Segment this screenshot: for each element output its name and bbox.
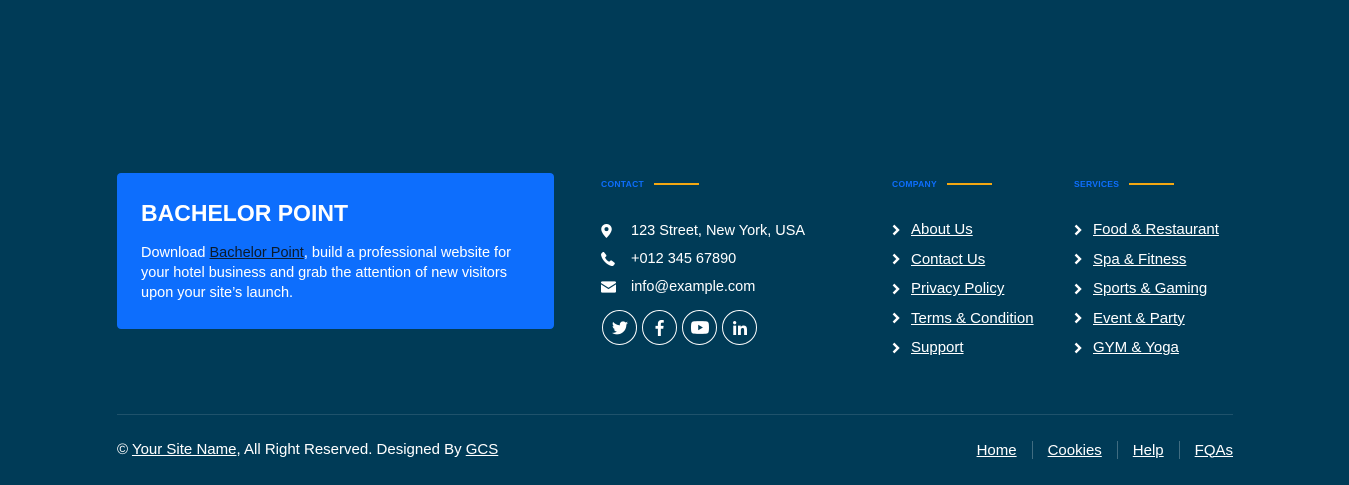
service-link-gym-yoga[interactable]: GYM & Yoga xyxy=(1093,339,1179,356)
footer-nav-help[interactable]: Help xyxy=(1133,442,1164,459)
service-link-food-restaurant[interactable]: Food & Restaurant xyxy=(1093,221,1219,238)
brand-card: BACHELOR POINT Download Bachelor Point, … xyxy=(117,173,554,329)
company-link-terms[interactable]: Terms & Condition xyxy=(911,310,1034,327)
list-item: Support xyxy=(892,333,1034,363)
chevron-right-icon xyxy=(892,253,911,265)
envelope-icon xyxy=(601,281,631,293)
chevron-right-icon xyxy=(892,342,911,354)
twitter-button[interactable] xyxy=(602,310,637,345)
brand-description: Download Bachelor Point, build a profess… xyxy=(141,243,530,303)
map-marker-icon xyxy=(601,224,631,238)
company-link-about-us[interactable]: About Us xyxy=(911,221,973,238)
contact-phone-text: +012 345 67890 xyxy=(631,251,737,267)
company-link-contact-us[interactable]: Contact Us xyxy=(911,251,985,268)
footer-nav-cookies[interactable]: Cookies xyxy=(1048,442,1102,459)
service-link-sports-gaming[interactable]: Sports & Gaming xyxy=(1093,280,1207,297)
brand-title: BACHELOR POINT xyxy=(141,200,348,226)
footer-nav-fqas[interactable]: FQAs xyxy=(1195,442,1233,459)
company-link-support[interactable]: Support xyxy=(911,339,964,356)
list-item: Sports & Gaming xyxy=(1074,274,1219,304)
youtube-button[interactable] xyxy=(682,310,717,345)
list-item: Terms & Condition xyxy=(892,304,1034,334)
nav-separator xyxy=(1031,441,1033,459)
chevron-right-icon xyxy=(1074,283,1093,295)
facebook-button[interactable] xyxy=(642,310,677,345)
social-links xyxy=(602,310,762,345)
services-heading-label: SERVICES xyxy=(1074,179,1120,189)
nav-separator xyxy=(1116,441,1118,459)
chevron-right-icon xyxy=(1074,253,1093,265)
copyright: © Your Site Name, All Right Reserved. De… xyxy=(117,441,498,458)
service-link-event-party[interactable]: Event & Party xyxy=(1093,310,1185,327)
service-link-spa-fitness[interactable]: Spa & Fitness xyxy=(1093,251,1186,268)
contact-list: 123 Street, New York, USA +012 345 67890… xyxy=(601,217,805,301)
company-heading: COMPANY xyxy=(892,179,992,189)
chevron-right-icon xyxy=(1074,342,1093,354)
rights-text: , All Right Reserved. Designed By xyxy=(236,441,466,458)
linkedin-button[interactable] xyxy=(722,310,757,345)
footer-nav-home[interactable]: Home xyxy=(977,442,1017,459)
linkedin-icon xyxy=(732,320,747,335)
contact-email: info@example.com xyxy=(601,273,805,301)
designer-link[interactable]: GCS xyxy=(466,441,499,458)
company-links: About Us Contact Us Privacy Policy Terms… xyxy=(892,215,1034,363)
copyright-symbol: © xyxy=(117,441,132,458)
brand-desc-prefix: Download xyxy=(141,245,210,261)
footer-divider xyxy=(117,414,1233,415)
bachelor-point-link[interactable]: Bachelor Point xyxy=(210,245,304,261)
list-item: Event & Party xyxy=(1074,304,1219,334)
contact-phone: +012 345 67890 xyxy=(601,245,805,273)
contact-heading-label: CONTACT xyxy=(601,179,645,189)
contact-address-text: 123 Street, New York, USA xyxy=(631,223,806,239)
company-link-privacy-policy[interactable]: Privacy Policy xyxy=(911,280,1004,297)
services-heading: SERVICES xyxy=(1074,179,1175,189)
nav-separator xyxy=(1178,441,1180,459)
list-item: Spa & Fitness xyxy=(1074,245,1219,275)
contact-heading: CONTACT xyxy=(601,179,700,189)
chevron-right-icon xyxy=(892,224,911,236)
youtube-icon xyxy=(690,321,709,334)
facebook-icon xyxy=(655,319,664,336)
list-item: Contact Us xyxy=(892,245,1034,275)
chevron-right-icon xyxy=(892,312,911,324)
phone-icon xyxy=(601,252,631,266)
list-item: Privacy Policy xyxy=(892,274,1034,304)
contact-address: 123 Street, New York, USA xyxy=(601,217,805,245)
heading-accent-bar xyxy=(654,183,700,185)
chevron-right-icon xyxy=(1074,224,1093,236)
contact-email-text: info@example.com xyxy=(631,279,756,295)
footer-nav: Home Cookies Help FQAs xyxy=(977,441,1233,459)
chevron-right-icon xyxy=(892,283,911,295)
heading-accent-bar xyxy=(946,183,992,185)
chevron-right-icon xyxy=(1074,312,1093,324)
list-item: Food & Restaurant xyxy=(1074,215,1219,245)
twitter-icon xyxy=(611,320,628,334)
services-links: Food & Restaurant Spa & Fitness Sports &… xyxy=(1074,215,1219,363)
list-item: GYM & Yoga xyxy=(1074,333,1219,363)
site-name-link[interactable]: Your Site Name xyxy=(132,441,237,458)
heading-accent-bar xyxy=(1129,183,1175,185)
company-heading-label: COMPANY xyxy=(892,179,937,189)
list-item: About Us xyxy=(892,215,1034,245)
